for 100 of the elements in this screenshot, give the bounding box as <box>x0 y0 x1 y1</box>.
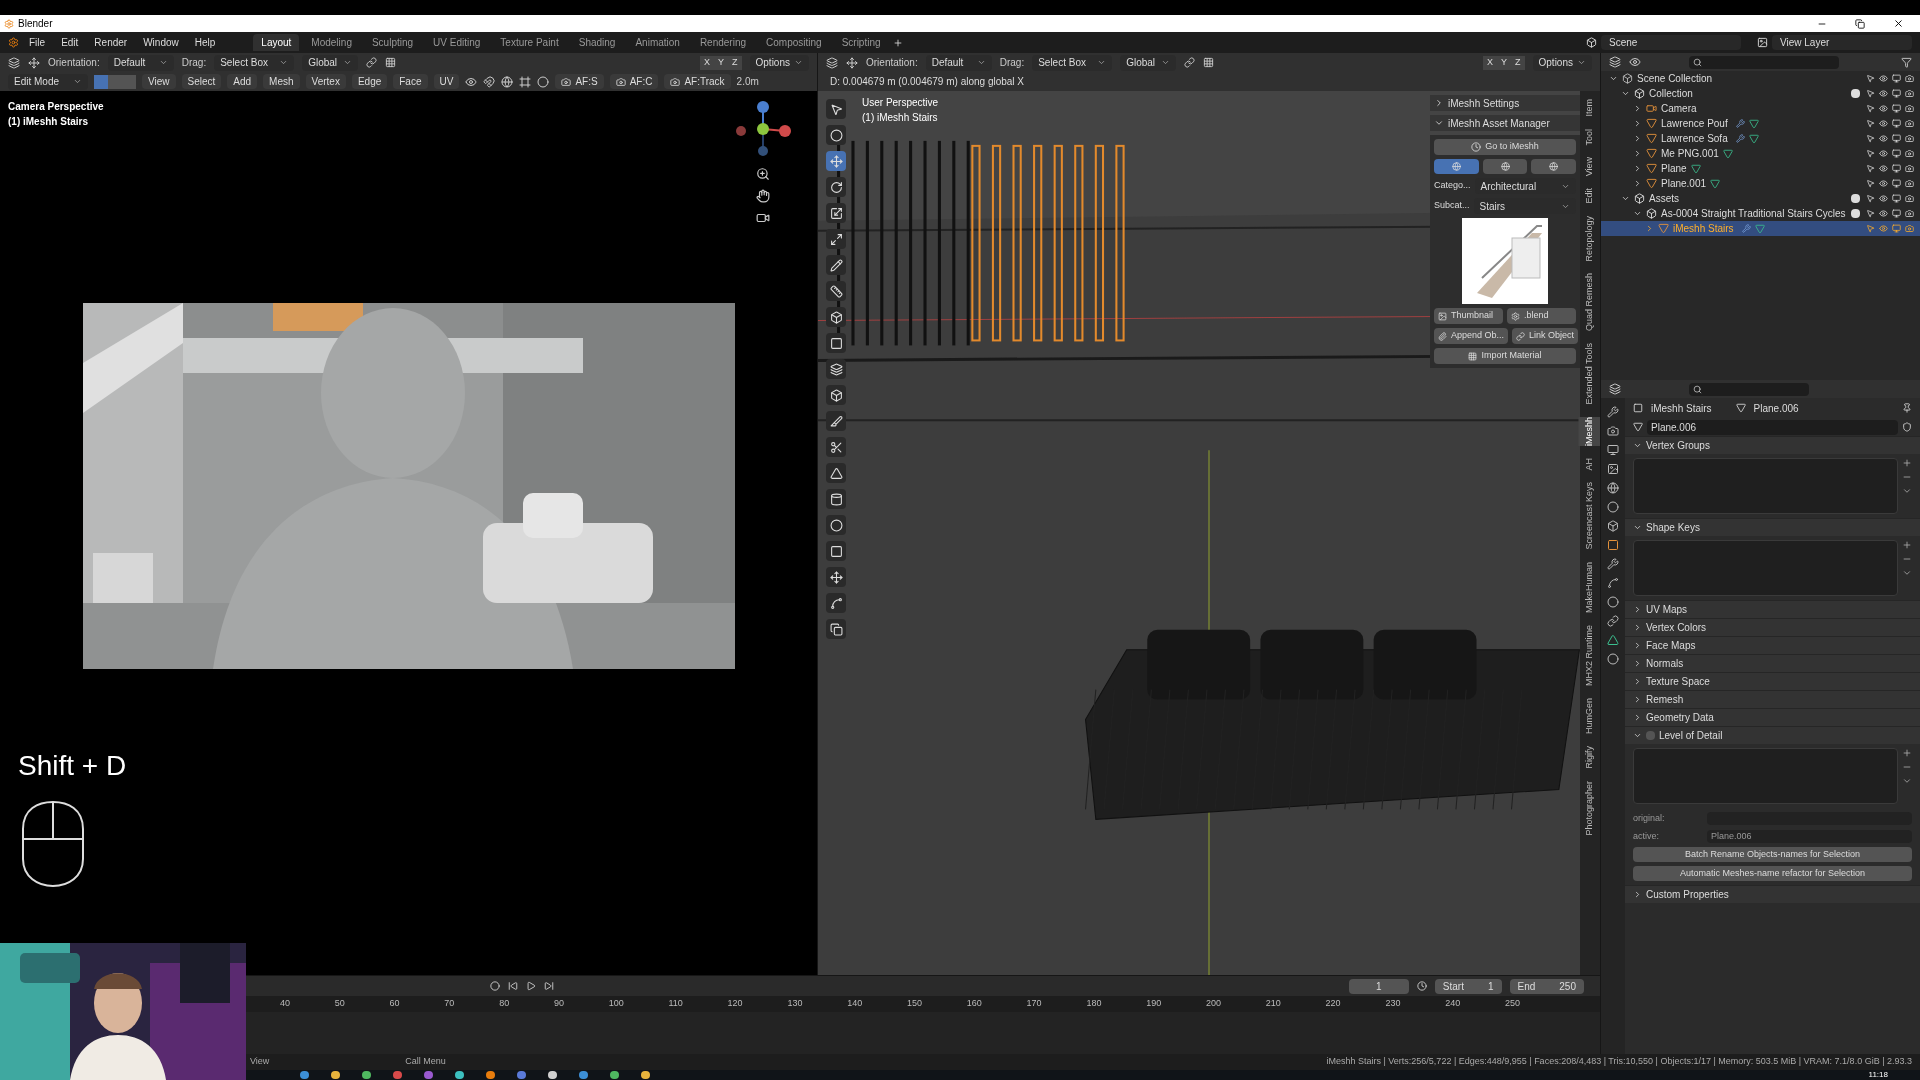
output-icon[interactable] <box>1607 444 1619 456</box>
viewport-icon[interactable] <box>1892 149 1901 158</box>
jump-start-icon[interactable] <box>508 981 518 991</box>
overlay-icon[interactable] <box>501 75 514 88</box>
snap-icon[interactable] <box>385 57 397 68</box>
panel-header[interactable]: Level of Detail <box>1625 726 1920 744</box>
taskbar-app-icon[interactable] <box>486 1071 495 1079</box>
menu-item[interactable]: Render <box>88 35 134 50</box>
solid-shading-icon[interactable] <box>537 75 550 88</box>
editor-type-icon[interactable] <box>1609 56 1621 68</box>
zoom-icon[interactable] <box>756 167 770 181</box>
viewport-icon[interactable] <box>1892 164 1901 173</box>
addon-button[interactable]: AF:S <box>555 74 604 89</box>
axis-toggle[interactable]: Y <box>1497 55 1512 70</box>
blend-button[interactable]: .blend <box>1507 308 1576 324</box>
outliner-row[interactable]: Me PNG.001 <box>1601 146 1920 161</box>
panel-header[interactable]: Texture Space <box>1625 672 1920 690</box>
editor-type-icon[interactable] <box>826 56 838 69</box>
workspace-tab[interactable]: Sculpting <box>363 34 422 51</box>
addon-button[interactable]: AF:Track <box>664 74 731 89</box>
restore-icon[interactable] <box>1855 18 1865 29</box>
active-field[interactable]: Plane.006 <box>1707 829 1912 843</box>
visibility-icon[interactable] <box>1879 104 1888 113</box>
menu-item[interactable]: Edit <box>55 35 85 50</box>
view-layer-field[interactable]: View Layer <box>1772 35 1912 50</box>
taskbar-app-icon[interactable] <box>331 1071 340 1079</box>
mesh-name-field[interactable]: Plane.006 <box>1647 419 1898 435</box>
panel-header[interactable]: Face Maps <box>1625 636 1920 654</box>
visibility-icon[interactable] <box>1879 149 1888 158</box>
menu-item[interactable]: UV <box>433 74 460 89</box>
sidebar-tab[interactable]: Item <box>1579 99 1600 117</box>
taskbar-app-icon[interactable] <box>641 1071 650 1079</box>
menu-item[interactable]: Face <box>393 74 428 89</box>
add-icon[interactable] <box>1902 458 1912 468</box>
panel-header[interactable]: Normals <box>1625 654 1920 672</box>
workspace-tab[interactable]: Texture Paint <box>492 34 567 51</box>
viewport-icon[interactable] <box>1892 179 1901 188</box>
select-icon[interactable] <box>826 99 846 119</box>
menu-item[interactable]: Window <box>137 35 185 50</box>
outliner-row[interactable]: Collection <box>1601 86 1920 101</box>
sidebar-tab[interactable]: Edit <box>1579 188 1600 204</box>
visibility-icon[interactable] <box>1879 119 1888 128</box>
visibility-icon[interactable] <box>1879 224 1888 233</box>
menu-item[interactable]: Select <box>181 74 222 89</box>
editor-type-icon[interactable] <box>8 56 20 69</box>
render-icon[interactable] <box>1905 104 1914 113</box>
constraints-icon[interactable] <box>1607 615 1619 627</box>
panel-header[interactable]: Custom Properties <box>1625 885 1920 903</box>
snap-icon[interactable] <box>1203 57 1215 68</box>
visibility-icon[interactable] <box>465 75 478 88</box>
render-icon[interactable] <box>1905 179 1914 188</box>
visibility-icon[interactable] <box>1879 179 1888 188</box>
outliner-row[interactable]: Plane.001 <box>1601 176 1920 191</box>
record-icon[interactable] <box>490 981 500 991</box>
exclude-checkbox[interactable] <box>1851 194 1860 203</box>
start-field[interactable]: Start 1 <box>1434 978 1502 994</box>
sidebar-tab[interactable]: Screencast Keys <box>1579 482 1600 550</box>
workspace-tab[interactable]: Animation <box>627 34 688 51</box>
taskbar-app-icon[interactable] <box>579 1071 588 1079</box>
orientation-dropdown[interactable]: Default <box>107 54 174 71</box>
sidebar-tab[interactable]: MakeHuman <box>1579 561 1600 613</box>
menu-item[interactable]: Mesh <box>263 74 300 89</box>
asset-type-tab[interactable] <box>1482 159 1528 174</box>
taskbar-app-icon[interactable] <box>548 1071 557 1079</box>
workspace-tab[interactable]: UV Editing <box>425 34 489 51</box>
exclude-checkbox[interactable] <box>1851 89 1860 98</box>
close-icon[interactable] <box>1893 18 1904 29</box>
visibility-icon[interactable] <box>1879 74 1888 83</box>
render-icon[interactable] <box>1905 149 1914 158</box>
add-workspace-icon[interactable] <box>892 37 903 48</box>
sidebar-tab[interactable]: iMeshh <box>1579 416 1600 446</box>
workspace-tab[interactable]: Rendering <box>691 34 755 51</box>
sidebar-tab[interactable]: HumGen <box>1579 698 1600 734</box>
panel-header[interactable]: Remesh <box>1625 690 1920 708</box>
viewport-icon[interactable] <box>1892 119 1901 128</box>
drag-dropdown[interactable]: Select Box <box>1032 54 1113 71</box>
panel-header[interactable]: Geometry Data <box>1625 708 1920 726</box>
viewport-icon[interactable] <box>1892 104 1901 113</box>
outliner-row[interactable]: Camera <box>1601 101 1920 116</box>
outliner-row[interactable]: Plane <box>1601 161 1920 176</box>
options-dropdown[interactable]: Options <box>749 54 809 71</box>
sidebar-tab[interactable]: Tool <box>1579 128 1600 146</box>
panel-header[interactable]: UV Maps <box>1625 600 1920 618</box>
camera-icon[interactable] <box>756 211 770 225</box>
visibility-icon[interactable] <box>1879 194 1888 203</box>
pivot-icon[interactable] <box>366 57 378 68</box>
select-mode-button[interactable] <box>94 74 108 89</box>
annotate-icon[interactable] <box>826 255 846 275</box>
menu-item[interactable]: Edge <box>351 74 388 89</box>
mesh-data-icon[interactable] <box>1607 634 1619 646</box>
sidebar-tab[interactable]: Photographer <box>1579 780 1600 836</box>
viewport-icon[interactable] <box>1892 194 1901 203</box>
cube-icon[interactable] <box>826 307 846 327</box>
addon-button[interactable]: AF:C <box>609 74 659 89</box>
drag-dropdown[interactable]: Select Box <box>214 54 295 71</box>
go-to-button[interactable]: Go to iMeshh <box>1434 139 1576 155</box>
menu-item[interactable]: Add <box>227 74 258 89</box>
search-field[interactable] <box>1689 382 1809 396</box>
sidebar-tab[interactable]: Quad Remesh <box>1579 273 1600 332</box>
taskbar-app-icon[interactable] <box>300 1071 309 1079</box>
